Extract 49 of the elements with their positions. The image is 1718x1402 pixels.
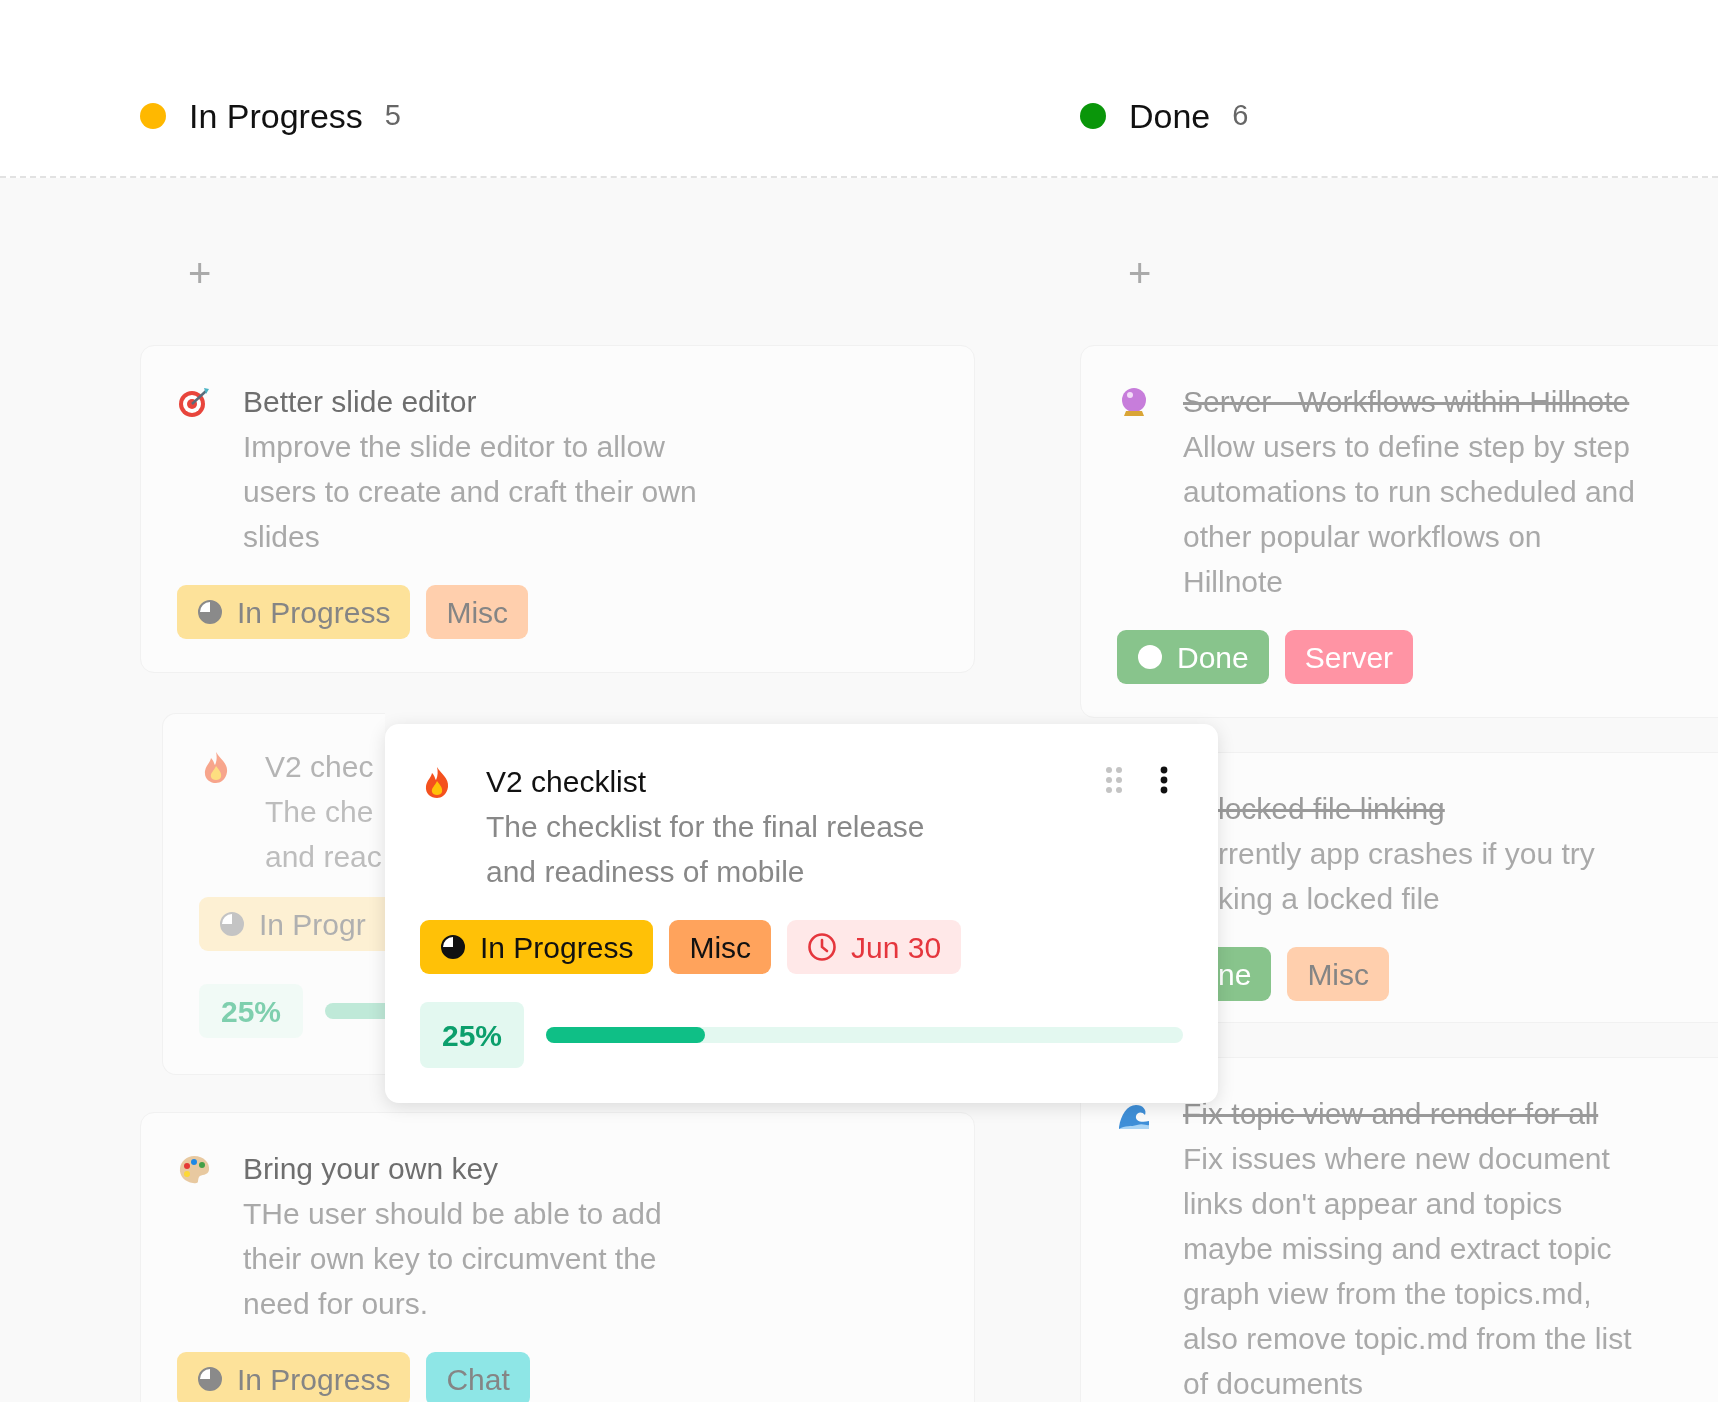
progress-bar <box>325 1003 385 1019</box>
category-tag[interactable]: Chat <box>426 1352 530 1402</box>
column-title: In Progress <box>189 95 363 137</box>
drag-handle-icon[interactable] <box>1106 767 1122 793</box>
card-description: The checklist for the final release and readiness of mobile <box>486 809 925 890</box>
category-tag[interactable]: Server <box>1284 630 1414 684</box>
circle-icon <box>1137 644 1163 670</box>
card-title: Bring your own key <box>243 1151 500 1187</box>
task-card[interactable]: locked file linking rrently app crashes if you try king a locked file ne Misc <box>1218 752 1718 1023</box>
card-description: rrently app crashes if you try king a locked file <box>1218 836 1595 917</box>
card-title: locked file linking <box>1218 791 1446 827</box>
status-tag[interactable]: Done <box>1117 630 1269 684</box>
category-tag[interactable]: Misc <box>1287 947 1390 1001</box>
card-description: THe user should be able to add their own key to circumvent the need for ours. <box>243 1196 662 1322</box>
card-placeholder[interactable]: V2 chec The che and reac In Progr 25% <box>162 713 385 1075</box>
card-count: 5 <box>384 98 401 134</box>
dragged-card[interactable]: V2 checklist The checklist for the final release and readiness of mobile In Progress Misc Jun 30 25% <box>385 724 1218 1103</box>
card-count: 6 <box>1232 98 1249 134</box>
status-tag[interactable]: In Progress <box>177 585 411 639</box>
category-tag[interactable]: Misc <box>426 585 529 639</box>
card-title: V2 checklist <box>486 764 648 800</box>
card-title: V2 chec <box>265 749 375 785</box>
add-card-button[interactable]: + <box>1128 253 1152 293</box>
clock-icon <box>807 932 838 962</box>
status-tag[interactable]: ne <box>1218 947 1272 1001</box>
card-description: Fix issues where new document links don't appear and topics maybe missing and extract topic graph view from the topics.md, also remove topic.md from the list of documents <box>1183 1141 1632 1402</box>
card-title: Server - Workflows within Hillnote <box>1183 384 1631 420</box>
task-card[interactable]: Bring your own key THe user should be able to add their own key to circumvent the need for ours. In Progress Chat <box>140 1112 975 1402</box>
progress-label: 25% <box>420 1002 525 1068</box>
card-description: Allow users to define step by step automations to run scheduled and other popular workflows on Hillnote <box>1183 429 1635 600</box>
card-title: Better slide editor <box>243 384 478 420</box>
card-description: Improve the slide editor to allow users to create and craft their own slides <box>243 429 697 555</box>
pie-icon <box>219 911 245 937</box>
target-icon <box>177 385 211 419</box>
card-description: The che and reac <box>265 794 382 875</box>
progress-label: 25% <box>199 984 304 1038</box>
column-title: Done <box>1129 95 1211 137</box>
pie-icon <box>197 1366 223 1392</box>
pie-icon <box>197 599 223 625</box>
add-card-button[interactable]: + <box>188 253 212 293</box>
task-card[interactable]: Better slide editor Improve the slide editor to allow users to create and craft their own slides In Progress Misc <box>140 345 975 673</box>
status-tag[interactable]: In Progress <box>177 1352 411 1402</box>
category-tag[interactable]: Misc <box>669 920 772 974</box>
pie-icon <box>440 934 466 960</box>
status-tag[interactable]: In Progr <box>199 897 385 951</box>
task-card[interactable]: Server - Workflows within Hillnote Allow users to define step by step automations to run scheduled and other popular workflows on Hillnote Done Server <box>1080 345 1718 718</box>
due-date-tag[interactable]: Jun 30 <box>787 920 962 974</box>
status-tag[interactable]: In Progress <box>420 920 654 974</box>
more-icon[interactable] <box>1160 766 1168 794</box>
